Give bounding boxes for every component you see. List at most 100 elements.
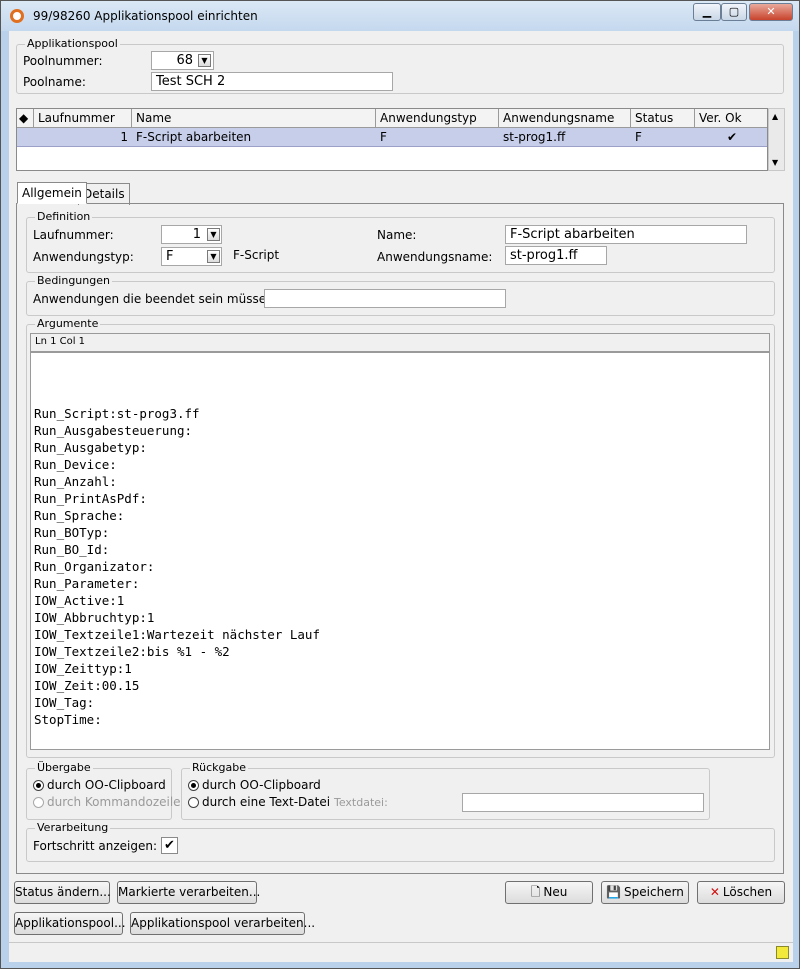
laufnummer-cell: 1: [120, 130, 128, 144]
column-header[interactable]: Name: [132, 109, 376, 128]
chevron-down-icon[interactable]: ▼: [198, 54, 211, 67]
poolname-field[interactable]: Test SCH 2: [151, 72, 393, 91]
fortschritt-checkbox[interactable]: ✔: [161, 837, 178, 854]
laufnummer-label: Laufnummer:: [33, 228, 114, 242]
argument-line: IOW_Zeittyp:1: [34, 661, 132, 676]
bedingungen-label: Anwendungen die beendet sein müssen:: [33, 292, 278, 306]
column-header[interactable]: Anwendungstyp: [376, 109, 499, 128]
editor-statusbar: Ln 1 Col 1: [30, 333, 770, 352]
applications-table: ◆ Laufnummer Name Anwendungstyp Anwendun…: [16, 108, 768, 171]
rueckgabe-clipboard-label[interactable]: durch OO-Clipboard: [202, 778, 321, 792]
applikationspool-group: Applikationspool: [16, 37, 784, 94]
scroll-up-icon[interactable]: ▲: [772, 112, 778, 121]
column-header[interactable]: Status: [631, 109, 695, 128]
uebergabe-kommandozeile-radio[interactable]: [33, 797, 44, 808]
poolnummer-label: Poolnummer:: [23, 54, 103, 68]
textdatei-field[interactable]: [462, 793, 704, 812]
column-header[interactable]: Laufnummer: [34, 109, 132, 128]
argument-line: Run_Ausgabesteuerung:: [34, 423, 193, 438]
anwendungstyp-label: Anwendungstyp:: [33, 250, 134, 264]
argument-line: Run_Parameter:: [34, 576, 140, 591]
anwendungsname-label: Anwendungsname:: [377, 250, 493, 264]
speichern-button[interactable]: 💾 Speichern: [601, 881, 689, 904]
anwendungsname-field[interactable]: st-prog1.ff: [505, 246, 607, 265]
applikationspool-verarbeiten-button[interactable]: Applikationspool verarbeiten...: [130, 912, 315, 935]
group-label: Applikationspool: [25, 37, 120, 50]
new-document-icon: 🗋: [530, 885, 541, 899]
tab-allgemein[interactable]: Allgemein: [17, 182, 87, 204]
group-label: Übergabe: [35, 761, 93, 774]
name-cell: F-Script abarbeiten: [136, 130, 252, 144]
argument-line: Run_PrintAsPdf:: [34, 491, 147, 506]
neu-label: Neu: [543, 885, 568, 899]
argument-line: Run_BO_Id:: [34, 542, 110, 557]
chevron-down-icon[interactable]: ▼: [207, 250, 220, 263]
typ-cell: F: [380, 130, 387, 144]
rueckgabe-clipboard-radio[interactable]: [188, 780, 199, 791]
argument-line: IOW_Tag:: [34, 695, 95, 710]
group-label: Argumente: [35, 317, 101, 330]
markierte-verarbeiten-button[interactable]: Markierte verarbeiten...: [117, 881, 260, 904]
argument-line: Run_Script:st-prog3.ff: [34, 406, 200, 421]
poolname-label: Poolname:: [23, 75, 86, 89]
minimize-button[interactable]: ▁: [693, 3, 721, 21]
name-label: Name:: [377, 228, 417, 242]
argument-line: IOW_Textzeile2:bis %1 - %2: [34, 644, 230, 659]
save-icon: 💾: [606, 885, 622, 899]
neu-button[interactable]: 🗋 Neu: [505, 881, 593, 904]
name-field[interactable]: F-Script abarbeiten: [505, 225, 747, 244]
argument-line: Run_Organizator:: [34, 559, 155, 574]
argument-line: IOW_Textzeile1:Wartezeit nächster Lauf: [34, 627, 320, 642]
column-header[interactable]: Ver. Ok: [695, 109, 767, 128]
status-aendern-button[interactable]: Status ändern...: [14, 881, 111, 904]
column-header[interactable]: Anwendungsname: [499, 109, 631, 128]
bedingungen-field[interactable]: [264, 289, 506, 308]
group-label: Verarbeitung: [35, 821, 111, 834]
rueckgabe-textdatei-radio[interactable]: [188, 797, 199, 808]
ver-ok-check-icon: ✔: [726, 130, 738, 144]
argument-line: IOW_Abbruchtyp:1: [34, 610, 155, 625]
table-header: ◆ Laufnummer Name Anwendungstyp Anwendun…: [17, 109, 767, 128]
uebergabe-kommandozeile-label[interactable]: durch Kommandozeile: [47, 795, 181, 809]
table-scrollbar[interactable]: ▲ ▼: [768, 108, 785, 171]
textdatei-label: Textdatei:: [334, 796, 388, 809]
argument-line: Run_Anzahl:: [34, 474, 117, 489]
window-title: 99/98260 Applikationspool einrichten: [33, 9, 258, 23]
anwendungstyp-text: F-Script: [233, 248, 280, 262]
row-indicator-icon: ◆: [17, 109, 34, 128]
close-button[interactable]: ✕: [749, 3, 793, 21]
client-area: Applikationspool Poolnummer: 68 ▼ Poolna…: [9, 31, 793, 962]
table-row[interactable]: 1 F-Script abarbeiten F st-prog1.ff F ✔: [17, 128, 767, 147]
chevron-down-icon[interactable]: ▼: [207, 228, 220, 241]
group-label: Rückgabe: [190, 761, 249, 774]
status-cell: F: [635, 130, 642, 144]
argument-line: IOW_Zeit:00.15: [34, 678, 140, 693]
anwendungsname-cell: st-prog1.ff: [503, 130, 566, 144]
argument-line: Run_BOTyp:: [34, 525, 110, 540]
app-icon: [10, 9, 24, 23]
delete-icon: ✕: [709, 885, 720, 899]
rueckgabe-textdatei-label[interactable]: durch eine Text-Datei: [202, 795, 330, 809]
argument-line: StopTime:: [34, 712, 102, 727]
argument-line: Run_Device:: [34, 457, 117, 472]
uebergabe-clipboard-label[interactable]: durch OO-Clipboard: [47, 778, 166, 792]
loeschen-label: Löschen: [722, 885, 773, 899]
application-window: 99/98260 Applikationspool einrichten ▁ ▢…: [0, 0, 800, 969]
scroll-down-icon[interactable]: ▼: [772, 158, 778, 167]
title-bar: 99/98260 Applikationspool einrichten ▁ ▢…: [1, 1, 799, 31]
argument-line: Run_Ausgabetyp:: [34, 440, 147, 455]
group-label: Bedingungen: [35, 274, 112, 287]
uebergabe-group: Übergabe: [26, 761, 172, 820]
fortschritt-label: Fortschritt anzeigen:: [33, 839, 158, 853]
resize-grip-icon[interactable]: [776, 946, 789, 959]
maximize-button[interactable]: ▢: [721, 3, 747, 21]
argument-line: Run_Sprache:: [34, 508, 125, 523]
speichern-label: Speichern: [624, 885, 684, 899]
group-label: Definition: [35, 210, 93, 223]
argument-line: IOW_Active:1: [34, 593, 125, 608]
argumente-editor[interactable]: Run_Script:st-prog3.ff Run_Ausgabesteueru…: [30, 352, 770, 750]
loeschen-button[interactable]: ✕ Löschen: [697, 881, 785, 904]
status-bar: [9, 942, 793, 962]
uebergabe-clipboard-radio[interactable]: [33, 780, 44, 791]
applikationspool-button[interactable]: Applikationspool...: [14, 912, 126, 935]
